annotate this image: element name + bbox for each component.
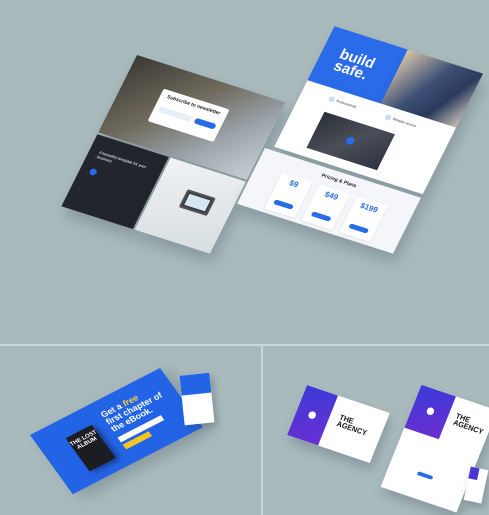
book-cover: THE LOST ALBUM [65, 424, 116, 472]
agency-title: THE AGENCY [335, 413, 368, 438]
mobile-header [468, 466, 480, 481]
play-icon[interactable] [344, 136, 356, 146]
ebook-mobile [179, 372, 215, 426]
feature-label: Reliable service [391, 117, 417, 129]
plan-button[interactable] [310, 211, 332, 222]
divider-horizontal [0, 344, 489, 346]
feature-label: Professionals [335, 99, 358, 110]
play-button[interactable] [88, 167, 99, 177]
agency-page-left: THE AGENCY [286, 385, 390, 463]
plan-button[interactable] [348, 223, 370, 234]
plan-card: $199 [339, 196, 388, 242]
feature-item: Professionals [327, 95, 358, 110]
dark-panel-text: A beautiful template for your business [96, 149, 148, 170]
divider-vertical [261, 346, 263, 515]
play-icon[interactable] [425, 406, 436, 417]
plan-price: $199 [358, 201, 380, 215]
plan-price: $9 [287, 178, 301, 190]
agency-hero [404, 384, 456, 440]
newsletter-modal: Subscribe to newsletter [147, 88, 230, 142]
mobile-header [179, 372, 212, 396]
agency-title: THE AGENCY [451, 412, 485, 437]
video-thumbnail[interactable] [306, 111, 395, 171]
feature-item: Reliable service [383, 113, 417, 129]
laptop-image [178, 189, 216, 217]
subscribe-button[interactable] [193, 118, 217, 131]
hero-headline: build safe. [330, 46, 378, 84]
plan-price: $49 [323, 189, 340, 202]
cta-button[interactable] [416, 471, 434, 480]
plan-button[interactable] [272, 199, 295, 210]
agency-hero [286, 385, 339, 446]
play-icon[interactable] [307, 410, 318, 420]
ebook-page: THE LOST ALBUM Get a free first chapter o… [30, 367, 203, 495]
email-input[interactable] [157, 106, 193, 123]
